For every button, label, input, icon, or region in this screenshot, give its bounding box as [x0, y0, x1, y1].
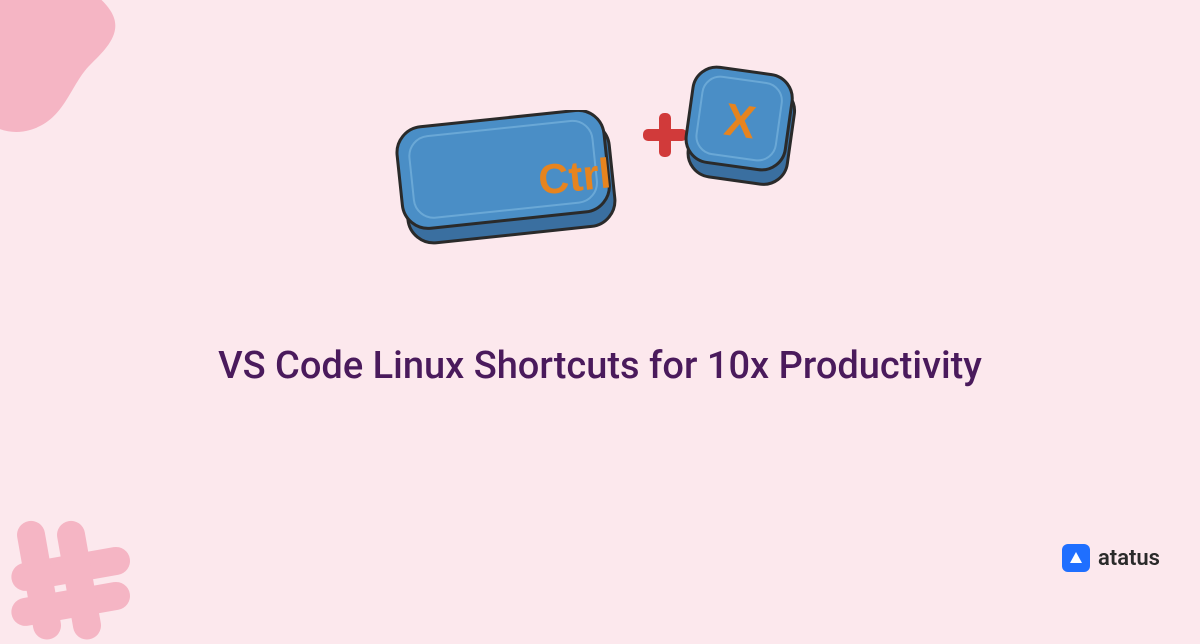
- x-key: X: [680, 65, 805, 190]
- decorative-blob-top: [0, 0, 150, 150]
- keycap-illustration: Ctrl X: [390, 55, 810, 255]
- brand-mark-icon: [1062, 544, 1090, 572]
- ctrl-key: Ctrl: [390, 110, 625, 245]
- decorative-hash-bottom: [0, 490, 130, 640]
- ctrl-key-label: Ctrl: [536, 149, 613, 203]
- page-title: VS Code Linux Shortcuts for 10x Producti…: [0, 340, 1200, 393]
- brand-logo: atatus: [1062, 544, 1160, 572]
- brand-name: atatus: [1098, 546, 1160, 571]
